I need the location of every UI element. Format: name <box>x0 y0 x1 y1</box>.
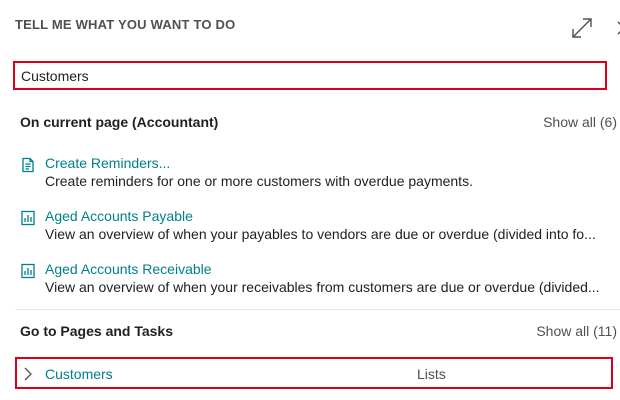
result-description: Create reminders for one or more custome… <box>45 173 473 189</box>
close-icon[interactable] <box>612 16 620 40</box>
document-icon <box>20 157 36 173</box>
section-divider <box>15 309 620 310</box>
list-item-type: Lists <box>417 366 446 382</box>
result-link[interactable]: Aged Accounts Payable <box>45 208 193 224</box>
result-description: View an overview of when your receivable… <box>45 279 600 295</box>
chevron-right-icon <box>23 367 33 381</box>
expand-icon[interactable] <box>570 16 594 40</box>
report-icon <box>20 210 36 226</box>
search-box <box>13 61 607 90</box>
show-all-pages-and-tasks[interactable]: Show all (11) <box>536 323 617 339</box>
result-link[interactable]: Create Reminders... <box>45 155 170 171</box>
result-description: View an overview of when your payables t… <box>45 226 596 242</box>
section-title-pages-and-tasks: Go to Pages and Tasks <box>20 323 174 339</box>
section-title-current-page: On current page (Accountant) <box>20 114 219 130</box>
list-item-customers[interactable]: Customers Lists <box>15 357 613 389</box>
report-icon <box>20 263 36 279</box>
result-link[interactable]: Aged Accounts Receivable <box>45 261 212 277</box>
list-item-label[interactable]: Customers <box>45 366 113 382</box>
search-input[interactable] <box>15 63 605 88</box>
show-all-current-page[interactable]: Show all (6) <box>543 114 617 130</box>
dialog-title: TELL ME WHAT YOU WANT TO DO <box>15 17 236 32</box>
